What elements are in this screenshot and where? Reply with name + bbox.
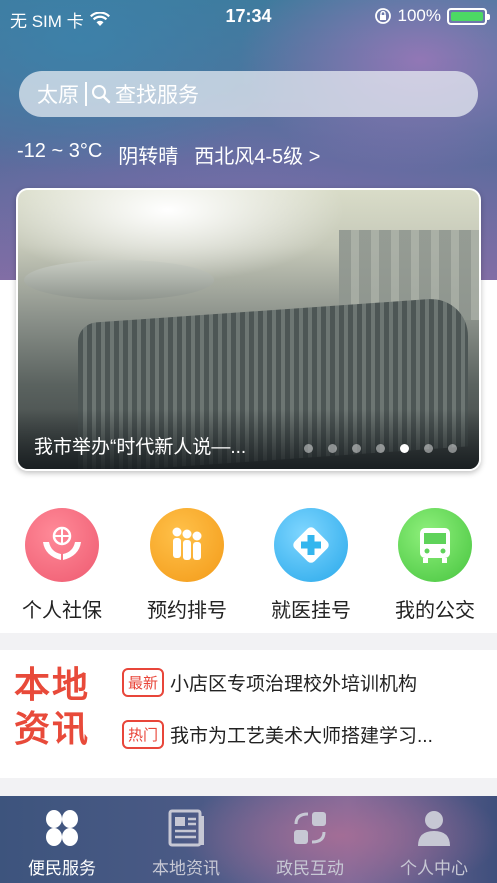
carousel-indicator[interactable]: [304, 444, 457, 453]
carousel-dot[interactable]: [448, 444, 457, 453]
news-headline: 小店区专项治理校外培训机构: [170, 674, 418, 695]
weather-wind: 西北风4-5级 >: [194, 146, 321, 168]
hot-tag: 热门: [122, 720, 165, 749]
carousel-dot[interactable]: [424, 444, 433, 453]
status-right: 100%: [374, 6, 490, 26]
service-label: 就医挂号: [271, 600, 351, 622]
tab-bar: 便民服务 本地资讯 政民互动 个人中心: [0, 796, 497, 883]
news-headline: 我市为工艺美术大师搭建学习...: [170, 726, 433, 747]
search-divider: [85, 82, 87, 106]
tab-government-interaction[interactable]: 政民互动: [248, 808, 372, 879]
medical-cross-icon: [274, 508, 348, 582]
latest-tag: 最新: [122, 668, 165, 697]
service-social-security[interactable]: 个人社保: [2, 508, 122, 623]
weather-temperature: -12 ~ 3°C: [17, 140, 103, 162]
carousel-dot[interactable]: [376, 444, 385, 453]
local-news-logo: 本地 资讯: [14, 664, 104, 752]
clover-grid-icon: [40, 808, 84, 848]
tab-local-news[interactable]: 本地资讯: [124, 808, 248, 879]
news-banner-carousel[interactable]: 我市举办“时代新人说—...: [16, 188, 481, 471]
carousel-dot[interactable]: [328, 444, 337, 453]
service-medical-registration[interactable]: 就医挂号: [251, 508, 371, 623]
rotation-lock-icon: [374, 8, 391, 24]
battery-percent: 100%: [397, 6, 441, 25]
search-input[interactable]: 查找服务: [115, 79, 199, 109]
exchange-icon: [288, 808, 332, 848]
weather-info[interactable]: -12 ~ 3°C 阴转晴 西北风4-5级 >: [17, 140, 320, 169]
hands-globe-icon: [25, 508, 99, 582]
carousel-dot[interactable]: [304, 444, 313, 453]
local-news-panel: 本地 资讯 最新 小店区专项治理校外培训机构 热门 我市为工艺美术大师搭建学习.…: [0, 650, 497, 778]
service-label: 预约排号: [147, 600, 227, 622]
local-news-logo-line1: 本地: [14, 665, 91, 706]
search-bar[interactable]: 太原 查找服务: [19, 71, 478, 117]
queue-people-icon: [150, 508, 224, 582]
newspaper-icon: [164, 808, 208, 848]
banner-photo-stadium: [24, 260, 214, 300]
local-news-logo-line2: 资讯: [14, 709, 91, 750]
tab-convenience-services[interactable]: 便民服务: [0, 808, 124, 879]
tab-label: 便民服务: [28, 859, 96, 878]
carousel-dot[interactable]: [352, 444, 361, 453]
status-bar: 无 SIM 卡 17:34 100%: [0, 0, 497, 34]
bus-icon: [398, 508, 472, 582]
service-appointment[interactable]: 预约排号: [127, 508, 247, 623]
tab-label: 政民互动: [276, 859, 344, 878]
user-icon: [412, 808, 456, 848]
service-label: 个人社保: [22, 600, 102, 622]
tab-personal-center[interactable]: 个人中心: [372, 808, 496, 879]
news-item-hot[interactable]: 热门 我市为工艺美术大师搭建学习...: [122, 720, 433, 749]
tab-label: 本地资讯: [152, 859, 220, 878]
banner-caption: 我市举办“时代新人说—...: [34, 437, 247, 458]
service-my-bus[interactable]: 我的公交: [375, 508, 495, 623]
battery-icon: [447, 7, 490, 25]
city-selector[interactable]: 太原: [37, 79, 79, 109]
news-item-latest[interactable]: 最新 小店区专项治理校外培训机构: [122, 668, 417, 697]
tab-label: 个人中心: [400, 859, 468, 878]
carousel-dot-active[interactable]: [400, 444, 409, 453]
service-grid: 个人社保 预约排号 就医挂号 我的公交: [0, 490, 497, 633]
search-icon: [92, 85, 111, 104]
weather-condition: 阴转晴: [118, 146, 179, 168]
service-label: 我的公交: [395, 600, 475, 622]
